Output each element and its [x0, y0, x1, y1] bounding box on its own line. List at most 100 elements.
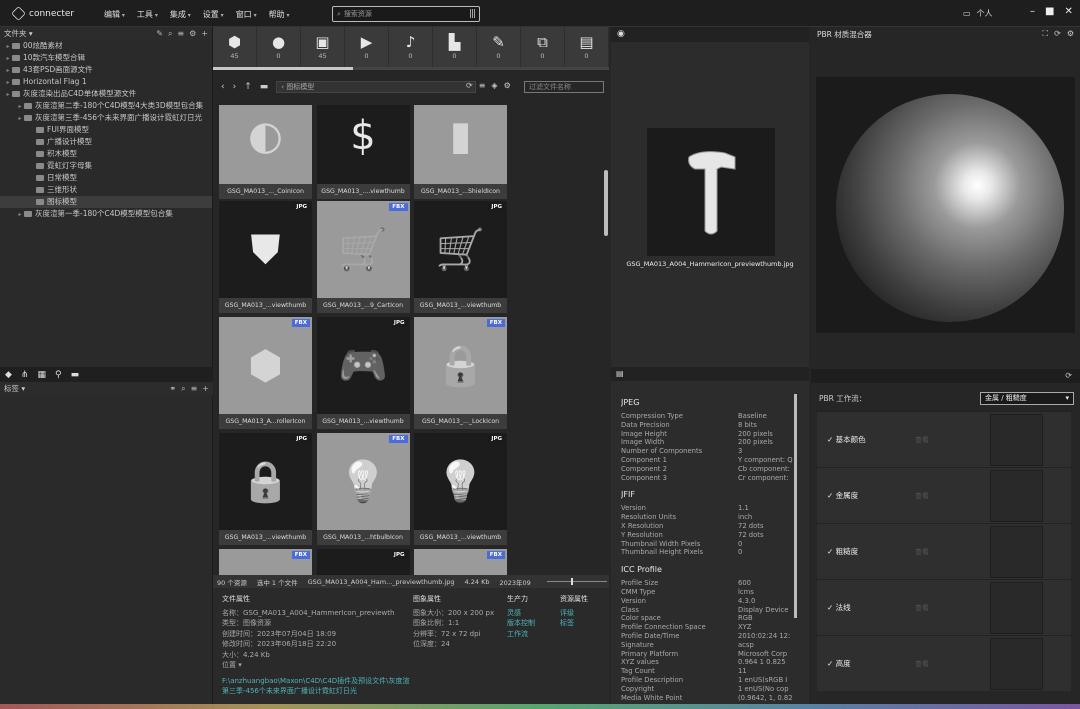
- pbr-channel-label[interactable]: 粗糙度: [827, 546, 859, 557]
- document-icon[interactable]: ▤: [616, 369, 624, 378]
- folders-title[interactable]: 文件夹: [4, 28, 27, 39]
- pbr-channel-label[interactable]: 法线: [827, 602, 851, 613]
- sort-icon[interactable]: ≡: [479, 81, 486, 90]
- view-link[interactable]: 查看: [915, 547, 929, 557]
- tags-link[interactable]: 标签: [560, 618, 608, 629]
- filename-filter-input[interactable]: 过滤文件名称: [524, 81, 604, 93]
- metadata-scrollbar[interactable]: [794, 394, 797, 618]
- asset-type-tab[interactable]: ⧉ 0: [521, 27, 565, 67]
- comment-icon[interactable]: ▬: [71, 370, 80, 380]
- texture-slot[interactable]: [990, 414, 1043, 466]
- folder-item[interactable]: 日常模型: [0, 172, 212, 184]
- asset-thumbnail[interactable]: FBX: [414, 549, 507, 575]
- folder-item[interactable]: ▸ Horizontal Flag 1: [0, 76, 212, 88]
- asset-thumbnail[interactable]: 💡 JPG GSG_MA013_...viewthumb: [414, 433, 507, 545]
- tag-add-icon[interactable]: ⚭: [169, 384, 176, 394]
- refresh-icon[interactable]: ⟳: [466, 81, 473, 90]
- grid-scrollbar[interactable]: [604, 170, 608, 236]
- pbr-channel-row[interactable]: 基本颜色 查看: [817, 411, 1071, 467]
- asset-thumbnail[interactable]: 🛒 FBX GSG_MA013_...9_CartIcon: [316, 201, 410, 313]
- pbr-channel-label[interactable]: 基本颜色: [827, 434, 866, 445]
- texture-slot[interactable]: [990, 526, 1043, 578]
- expand-arrow-icon[interactable]: ▸: [4, 65, 12, 76]
- menu-window[interactable]: 窗口: [236, 9, 257, 20]
- rating-link[interactable]: 评级: [560, 608, 608, 619]
- expand-arrow-icon[interactable]: ▸: [16, 113, 24, 124]
- gear-icon[interactable]: ⚙: [1067, 29, 1074, 39]
- workflow-link[interactable]: 工作流: [507, 629, 557, 640]
- view-link[interactable]: 查看: [915, 435, 929, 445]
- expand-arrow-icon[interactable]: ▸: [4, 77, 12, 88]
- texture-slot[interactable]: [990, 638, 1043, 690]
- view-link[interactable]: 查看: [915, 603, 929, 613]
- asset-thumbnail[interactable]: 💡 FBX GSG_MA013_...htbulbIcon: [316, 433, 410, 545]
- menu-tools[interactable]: 工具: [137, 9, 158, 20]
- asset-type-tab[interactable]: ▙ 0: [433, 27, 477, 67]
- thumb-size-slider[interactable]: [546, 578, 607, 585]
- asset-thumbnail[interactable]: 🔒 FBX GSG_MA013_..._LockIcon: [414, 317, 507, 429]
- folder-item[interactable]: ▸ 10款汽车模型合辑: [0, 52, 212, 64]
- forward-icon[interactable]: ›: [233, 82, 237, 92]
- file-location-toggle[interactable]: 位置 ▾: [222, 660, 412, 671]
- folder-item[interactable]: ▸ 43套PSD画面源文件: [0, 64, 212, 76]
- eye-icon[interactable]: ◉: [617, 29, 625, 39]
- add-icon[interactable]: +: [202, 384, 209, 394]
- asset-thumbnail[interactable]: 🛒 JPG GSG_MA013_...viewthumb: [414, 201, 507, 313]
- view-link[interactable]: 查看: [915, 659, 929, 669]
- up-icon[interactable]: ↑: [244, 82, 252, 92]
- expand-arrow-icon[interactable]: ▸: [16, 209, 24, 220]
- search-icon[interactable]: ⌕: [168, 29, 172, 39]
- folder-item[interactable]: ▸ 灰度渲第三季-456个未来界面广播设计霓虹灯日光: [0, 112, 212, 124]
- pbr-channel-row[interactable]: 金属度 查看: [817, 467, 1071, 523]
- folder-item[interactable]: 图标模型: [0, 196, 212, 208]
- maximize-icon[interactable]: ■: [1045, 6, 1054, 17]
- folder-item[interactable]: 积木模型: [0, 148, 212, 160]
- search-icon[interactable]: ⌕: [181, 384, 185, 394]
- menu-help[interactable]: 帮助: [269, 9, 290, 20]
- gear-icon[interactable]: ⚙: [189, 29, 196, 39]
- asset-thumbnail[interactable]: FBX: [219, 549, 312, 575]
- asset-thumbnail[interactable]: ⛊ JPG GSG_MA013_...viewthumb: [219, 201, 312, 313]
- asset-type-tab[interactable]: ⬢ 45: [213, 27, 257, 67]
- path-breadcrumb[interactable]: ‹ 图标模型: [276, 81, 477, 93]
- pbr-workflow-select[interactable]: 金属 / 粗糙度: [980, 391, 1074, 405]
- version-control-link[interactable]: 版本控制: [507, 618, 557, 629]
- expand-arrow-icon[interactable]: ▸: [4, 41, 12, 52]
- asset-type-tab[interactable]: ▶ 0: [345, 27, 389, 67]
- folder-item[interactable]: 三维形状: [0, 184, 212, 196]
- tag-icon[interactable]: ◆: [5, 370, 12, 380]
- close-icon[interactable]: ✕: [1064, 6, 1072, 17]
- asset-type-tab[interactable]: ▣ 45: [301, 27, 345, 67]
- asset-thumbnail[interactable]: ▮ GSG_MA013_...ShieldIcon: [414, 105, 507, 199]
- folder-item[interactable]: ▸ 灰度渲第二季-180个C4D模型4大类3D模型包合集: [0, 100, 212, 112]
- pbr-channel-label[interactable]: 高度: [827, 658, 851, 669]
- tags-title[interactable]: 标签: [4, 383, 19, 394]
- file-path-link[interactable]: F:\anzhuangbao\Maxon\C4D\C4D插件及预设文件\灰度渲第…: [222, 676, 412, 696]
- asset-thumbnail[interactable]: ⬢ FBX GSG_MA013_A...rollerIcon: [219, 317, 312, 429]
- gear-icon[interactable]: ⚙: [504, 81, 511, 90]
- expand-icon[interactable]: ⛶: [1043, 29, 1049, 39]
- material-preview-viewport[interactable]: [816, 77, 1075, 333]
- folder-item[interactable]: 霓虹灯字母集: [0, 160, 212, 172]
- asset-thumbnail[interactable]: $ GSG_MA013_....viewthumb: [316, 105, 410, 199]
- type-bar-scroll[interactable]: [213, 67, 609, 70]
- folder-item[interactable]: ▸ 灰度渲染出品C4D单体模型源文件: [0, 88, 212, 100]
- texture-slot[interactable]: [990, 470, 1043, 522]
- folder-item[interactable]: ▸ 灰度渲第一季-180个C4D模型模型包合集: [0, 208, 212, 220]
- asset-type-tab[interactable]: ▤ 0: [565, 27, 609, 67]
- folder-item[interactable]: 广播设计模型: [0, 136, 212, 148]
- asset-type-tab[interactable]: ● 0: [257, 27, 301, 67]
- refresh-icon[interactable]: ⟳: [1054, 29, 1061, 39]
- folder-item[interactable]: ▸ 00炫酷素材: [0, 40, 212, 52]
- expand-arrow-icon[interactable]: ▸: [16, 101, 24, 112]
- expand-arrow-icon[interactable]: ▸: [4, 89, 12, 100]
- pbr-channel-label[interactable]: 金属度: [827, 490, 859, 501]
- filter-sliders-icon[interactable]: |||: [469, 9, 476, 19]
- asset-thumbnail[interactable]: 🎮 JPG GSG_MA013_...viewthumb: [316, 317, 410, 429]
- sort-icon[interactable]: ≡: [177, 29, 184, 39]
- search-input[interactable]: ⌕ 搜索资源 |||: [332, 6, 480, 22]
- menu-settings[interactable]: 设置: [203, 9, 224, 20]
- menu-edit[interactable]: 编辑: [104, 9, 125, 20]
- folder-item[interactable]: FUI界面模型: [0, 124, 212, 136]
- user-area[interactable]: ▭ 个人: [963, 8, 993, 19]
